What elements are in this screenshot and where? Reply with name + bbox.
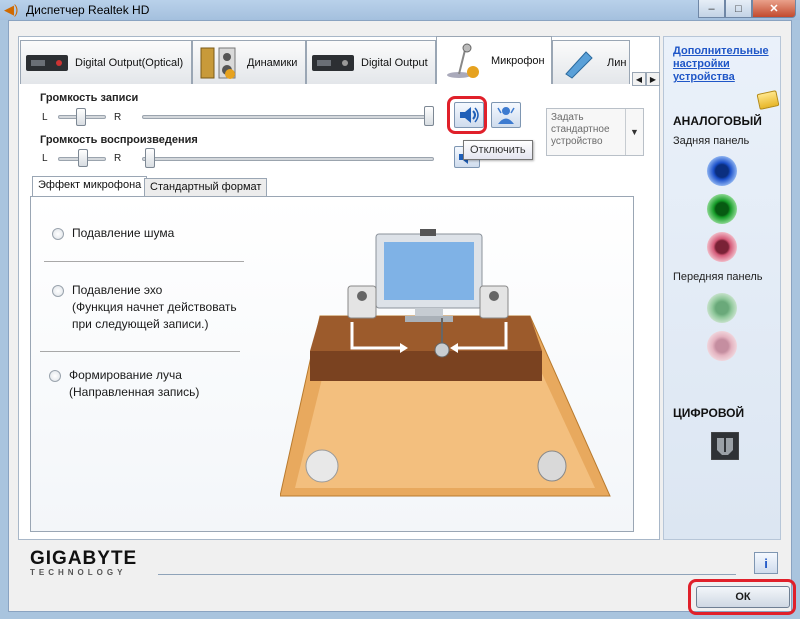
rear-pink-jack[interactable]: [707, 232, 737, 262]
tab-label: Микрофон: [491, 54, 545, 67]
tab-scroll-right[interactable]: ▶: [646, 72, 660, 86]
playback-balance-thumb[interactable]: [78, 149, 88, 167]
tab-scroll-left[interactable]: ◀: [632, 72, 646, 86]
tab-label: Лин: [607, 56, 627, 69]
tab-digital-output-optical[interactable]: Digital Output(Optical): [20, 40, 192, 84]
tab-line-in[interactable]: Лин: [552, 40, 630, 84]
digital-port-icon[interactable]: [711, 432, 739, 460]
beamforming-radio[interactable]: [49, 370, 61, 382]
digital-heading: ЦИФРОВОЙ: [673, 406, 745, 420]
speaker-app-icon: ◀): [4, 2, 19, 17]
playback-volume-track[interactable]: [142, 157, 434, 161]
microphone-icon: [441, 43, 485, 78]
divider: [40, 351, 240, 352]
playback-right-label: R: [114, 153, 122, 164]
tab-digital-output[interactable]: Digital Output: [306, 40, 436, 84]
tab-label: Digital Output: [361, 56, 428, 69]
record-mute-highlight: [447, 96, 487, 134]
optical-device-icon: [25, 46, 69, 80]
divider: [44, 261, 244, 262]
brand-name: GIGABYTE: [30, 548, 138, 569]
right-panel: [663, 36, 781, 540]
gigabyte-logo: GIGABYTE TECHNOLOGY: [30, 548, 137, 577]
rear-green-jack[interactable]: [707, 194, 737, 224]
front-pink-jack[interactable]: [707, 331, 737, 361]
tab-label: Digital Output(Optical): [75, 56, 184, 69]
info-icon[interactable]: i: [754, 552, 778, 574]
record-left-label: L: [42, 112, 48, 123]
record-balance-thumb[interactable]: [76, 108, 86, 126]
rear-panel-label: Задняя панель: [673, 135, 750, 147]
noise-suppression-label: Подавление шума: [72, 226, 175, 240]
bottom-divider: [158, 574, 736, 575]
rear-blue-jack[interactable]: [707, 156, 737, 186]
digital-device-icon: [311, 46, 355, 80]
speakers-icon: [197, 46, 241, 80]
playback-volume-label: Громкость воспроизведения: [40, 134, 198, 146]
echo-note-line2: при следующей записи.): [72, 317, 209, 331]
record-volume-thumb[interactable]: [424, 106, 434, 126]
echo-note-line1: (Функция начнет действовать: [72, 300, 237, 314]
playback-left-label: L: [42, 153, 48, 164]
window-title: Диспетчер Realtek HD: [26, 3, 150, 17]
front-green-jack[interactable]: [707, 293, 737, 323]
tab-mic-effect[interactable]: Эффект микрофона: [32, 176, 148, 197]
line-in-icon: [557, 46, 601, 80]
beamforming-note: (Направленная запись): [69, 385, 200, 399]
tab-microphone[interactable]: Микрофон: [436, 36, 552, 84]
advanced-settings-link[interactable]: Дополнительные настройки устройства: [673, 45, 777, 84]
device-tabs: Digital Output(Optical) Динамики Digital…: [20, 36, 640, 84]
mic-boost-button[interactable]: [491, 102, 521, 128]
record-volume-label: Громкость записи: [40, 92, 139, 104]
tab-label: Динамики: [247, 56, 298, 69]
record-right-label: R: [114, 112, 122, 123]
ok-button[interactable]: ОК: [696, 586, 790, 608]
close-button[interactable]: ✕: [752, 0, 796, 18]
beamforming-label: Формирование луча: [69, 368, 182, 382]
brand-sub: TECHNOLOGY: [30, 568, 127, 577]
front-panel-label: Передняя панель: [673, 271, 763, 283]
minimize-button[interactable]: –: [698, 0, 725, 18]
noise-suppression-radio[interactable]: [52, 228, 64, 240]
playback-volume-thumb[interactable]: [145, 148, 155, 168]
echo-cancellation-radio[interactable]: [52, 285, 64, 297]
record-volume-track[interactable]: [142, 115, 434, 119]
maximize-button[interactable]: □: [725, 0, 752, 18]
chevron-down-icon[interactable]: ▼: [625, 109, 643, 155]
mute-tooltip: Отключить: [463, 140, 533, 160]
tab-default-format[interactable]: Стандартный формат: [144, 178, 268, 197]
set-default-device-label: Задать стандартное устройство: [551, 112, 610, 147]
mic-user-icon: [497, 107, 515, 124]
echo-cancellation-label: Подавление эхо: [72, 283, 163, 297]
mic-effect-illustration: [280, 229, 611, 497]
title-bar: ◀) Диспетчер Realtek HD – □ ✕: [0, 0, 800, 20]
analog-heading: АНАЛОГОВЫЙ: [673, 114, 762, 128]
tab-speakers[interactable]: Динамики: [192, 40, 306, 84]
set-default-device-button[interactable]: Задать стандартное устройство ▼: [546, 108, 644, 156]
